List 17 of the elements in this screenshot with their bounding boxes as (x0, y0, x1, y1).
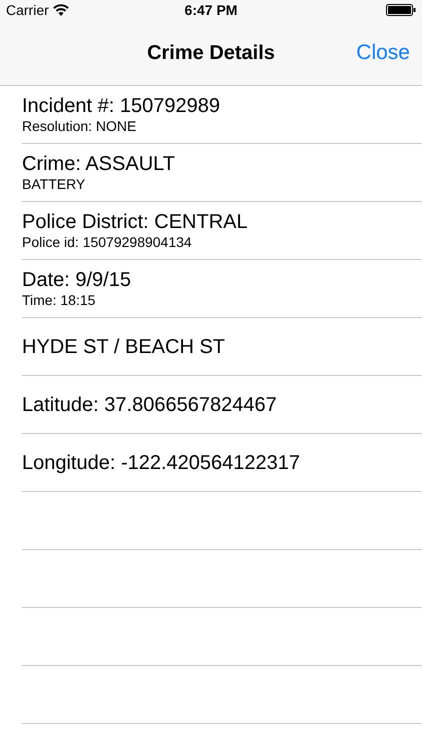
battery-icon (386, 4, 416, 16)
carrier-label: Carrier (6, 0, 49, 20)
status-time: 6:47 PM (184, 0, 238, 20)
row-subtitle: Resolution: NONE (22, 118, 138, 135)
row-title: Date: 9/9/15 (22, 268, 132, 292)
row-subtitle: BATTERY (22, 176, 86, 193)
close-button[interactable]: Close (356, 36, 410, 68)
row-title: HYDE ST / BEACH ST (22, 334, 226, 358)
row-title: Longitude: -122.420564122317 (22, 450, 302, 474)
row-title: Crime: ASSAULT (22, 152, 176, 176)
nav-title: Crime Details (147, 40, 275, 66)
row-title: Latitude: 37.8066567824467 (22, 392, 278, 416)
row-title: Police District: CENTRAL (22, 210, 249, 234)
row-subtitle: Time: 18:15 (22, 292, 96, 309)
wifi-icon (52, 4, 69, 16)
row-subtitle: Police id: 15079298904134 (22, 234, 193, 251)
row-title: Incident #: 150792989 (22, 94, 221, 118)
